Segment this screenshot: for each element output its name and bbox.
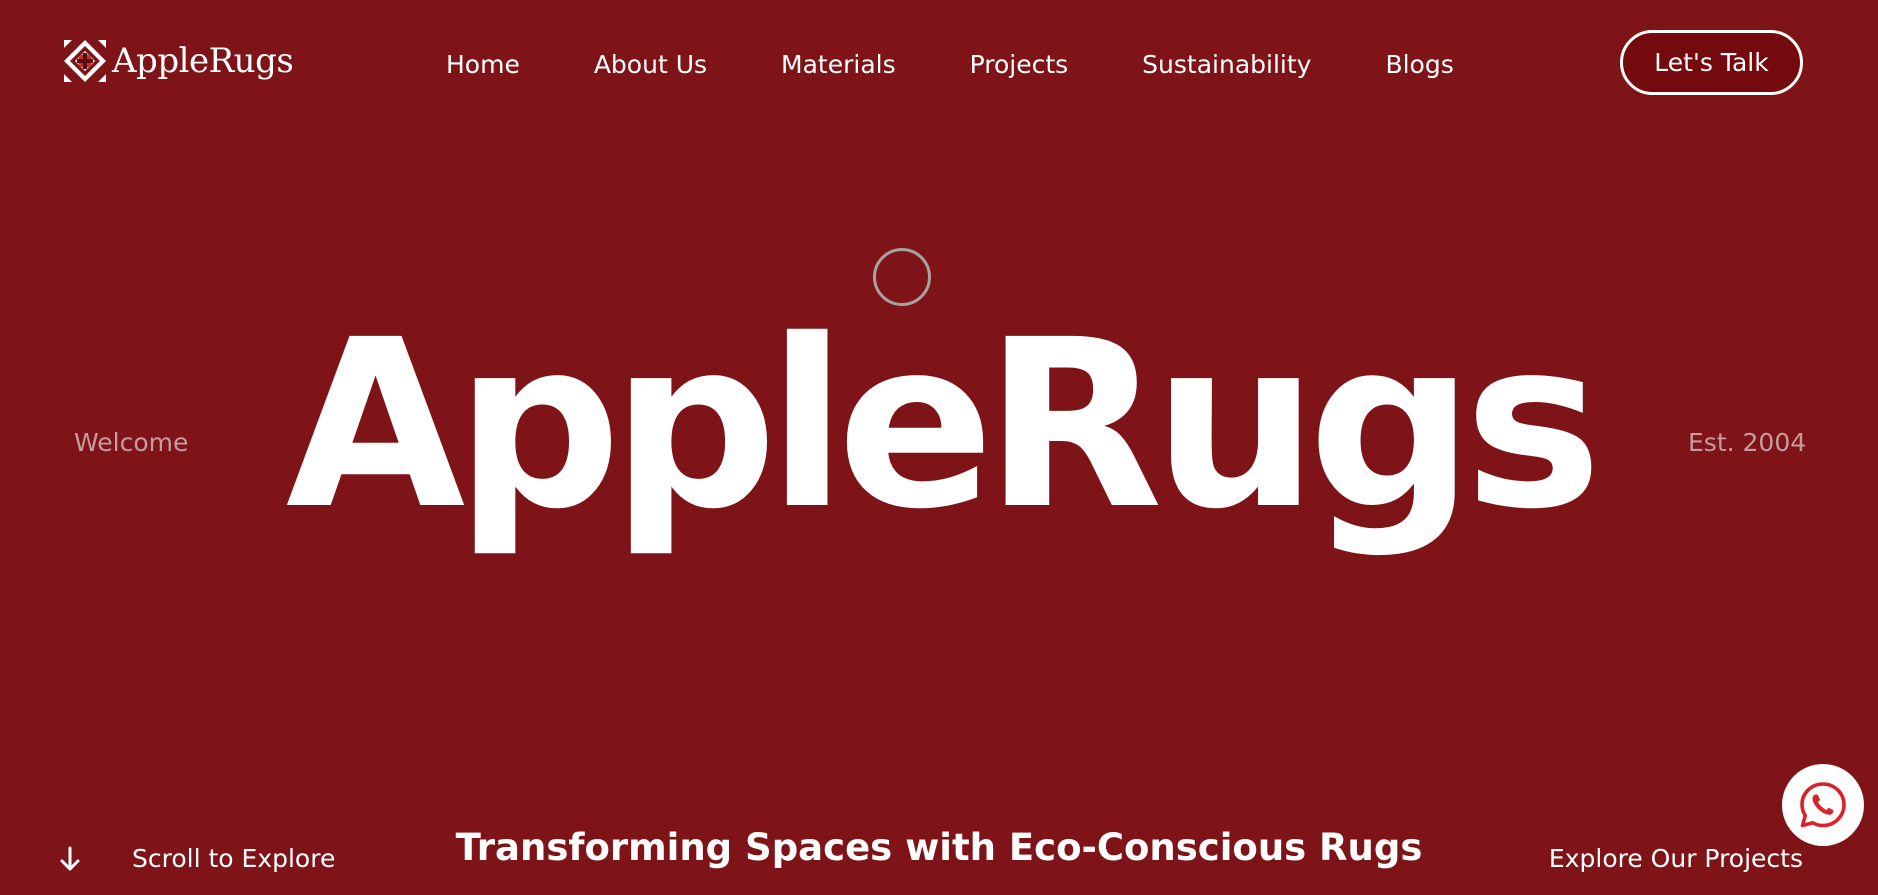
whatsapp-button[interactable]	[1782, 764, 1864, 846]
lets-talk-button[interactable]: Let's Talk	[1620, 30, 1803, 95]
nav-home[interactable]: Home	[446, 48, 520, 82]
brand-logo[interactable]: AppleRugs	[62, 38, 294, 84]
hero-title: AppleRugs	[285, 290, 1603, 560]
nav-materials[interactable]: Materials	[781, 48, 896, 82]
nav-blogs[interactable]: Blogs	[1385, 48, 1453, 82]
established-label: Est. 2004	[1688, 428, 1807, 457]
nav-sustainability[interactable]: Sustainability	[1142, 48, 1311, 82]
whatsapp-icon	[1800, 782, 1846, 828]
applerugs-logo-icon	[62, 38, 108, 84]
brand-name: AppleRugs	[112, 41, 294, 81]
main-nav: Home About Us Materials Projects Sustain…	[446, 48, 1454, 82]
explore-projects-link[interactable]: Explore Our Projects	[1549, 844, 1803, 873]
nav-projects[interactable]: Projects	[970, 48, 1069, 82]
page: AppleRugs Home About Us Materials Projec…	[0, 0, 1878, 895]
nav-about-us[interactable]: About Us	[594, 48, 707, 82]
